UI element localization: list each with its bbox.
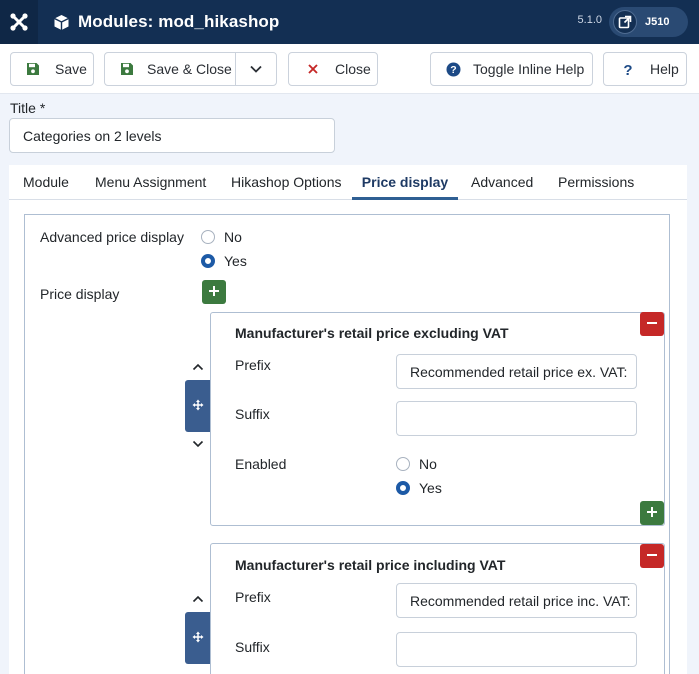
remove-entry-button[interactable] [640, 544, 664, 568]
suffix-label: Suffix [235, 639, 270, 655]
plus-icon [208, 284, 220, 300]
page-title: Modules: mod_hikashop [78, 12, 280, 31]
title-label: Title * [10, 100, 46, 116]
tab-hikashop-options[interactable]: Hikashop Options [231, 165, 342, 200]
tab-permissions[interactable]: Permissions [558, 165, 634, 200]
suffix-input[interactable] [396, 401, 637, 436]
suffix-label: Suffix [235, 406, 270, 422]
move-arrows-icon [192, 398, 204, 414]
save-close-button-group: Save & Close [104, 52, 277, 86]
toggle-inline-help-button[interactable]: ? Toggle Inline Help [430, 52, 593, 86]
tab-module[interactable]: Module [23, 165, 69, 200]
user-name: J510 [645, 16, 670, 28]
user-menu[interactable]: J510 [609, 7, 688, 37]
cube-icon [52, 13, 70, 31]
tab-content-price-display: Advanced price display No Yes Price disp… [9, 200, 687, 674]
prefix-label: Prefix [235, 357, 271, 373]
prefix-label: Prefix [235, 589, 271, 605]
help-button[interactable]: ? Help [603, 52, 687, 86]
suffix-input[interactable] [396, 632, 637, 667]
prefix-input[interactable] [396, 354, 637, 389]
svg-text:?: ? [623, 62, 632, 77]
add-entry-button[interactable] [202, 280, 226, 304]
external-link-icon [613, 10, 637, 34]
close-icon [305, 61, 321, 77]
advanced-yes-radio[interactable]: Yes [201, 253, 247, 269]
radio-button-checked [201, 254, 215, 268]
drag-handle[interactable] [185, 612, 211, 664]
price-entry-card: Manufacturer's retail price excluding VA… [210, 312, 665, 526]
save-button-label: Save [55, 61, 87, 77]
add-entry-below-button[interactable] [640, 501, 664, 525]
save-close-button[interactable]: Save & Close [105, 53, 237, 85]
tab-bar: Module Menu Assignment Hikashop Options … [9, 165, 687, 200]
move-arrows-icon [192, 630, 204, 646]
version-label: 5.1.0 [577, 14, 602, 26]
floppy-disk-icon [119, 61, 135, 77]
close-button[interactable]: Close [288, 52, 378, 86]
entry-title: Manufacturer's retail price excluding VA… [235, 325, 509, 341]
radio-label: No [419, 456, 437, 472]
advanced-price-display-label: Advanced price display [40, 229, 184, 245]
tab-advanced[interactable]: Advanced [471, 165, 533, 200]
save-options-dropdown[interactable] [236, 61, 276, 77]
toggle-help-label: Toggle Inline Help [473, 61, 585, 77]
save-button[interactable]: Save [10, 52, 94, 86]
minus-icon [646, 316, 658, 332]
app-header: Modules: mod_hikashop 5.1.0 J510 [0, 0, 699, 44]
enabled-yes-radio[interactable]: Yes [396, 480, 442, 496]
save-close-label: Save & Close [147, 61, 232, 77]
radio-label: No [224, 229, 242, 245]
question-circle-icon: ? [445, 61, 461, 77]
tab-price-display[interactable]: Price display [352, 165, 458, 200]
radio-button-checked [396, 481, 410, 495]
advanced-no-radio[interactable]: No [201, 229, 242, 245]
radio-label: Yes [419, 480, 442, 496]
plus-icon [646, 505, 658, 521]
close-button-label: Close [335, 61, 371, 77]
enabled-no-radio[interactable]: No [396, 456, 437, 472]
radio-label: Yes [224, 253, 247, 269]
toolbar: Save Save & Close Close ? Toggle Inline … [0, 44, 699, 94]
price-entry-card: Manufacturer's retail price including VA… [210, 543, 665, 674]
minus-icon [646, 548, 658, 564]
prefix-input[interactable] [396, 583, 637, 618]
radio-button [201, 230, 215, 244]
entry-title: Manufacturer's retail price including VA… [235, 557, 506, 573]
question-mark-icon: ? [620, 61, 636, 77]
drag-handle[interactable] [185, 380, 211, 432]
enabled-label: Enabled [235, 456, 287, 472]
svg-text:?: ? [450, 64, 456, 76]
joomla-logo-icon[interactable] [0, 0, 38, 44]
help-button-label: Help [650, 61, 679, 77]
move-down-chevron-icon[interactable] [191, 437, 205, 451]
radio-button [396, 457, 410, 471]
chevron-down-icon [249, 61, 263, 77]
price-display-label: Price display [40, 286, 120, 302]
title-input[interactable] [9, 118, 335, 153]
tab-menu-assignment[interactable]: Menu Assignment [95, 165, 206, 200]
remove-entry-button[interactable] [640, 312, 664, 336]
move-up-chevron-icon[interactable] [191, 360, 205, 374]
floppy-disk-icon [25, 61, 41, 77]
move-up-chevron-icon[interactable] [191, 592, 205, 606]
